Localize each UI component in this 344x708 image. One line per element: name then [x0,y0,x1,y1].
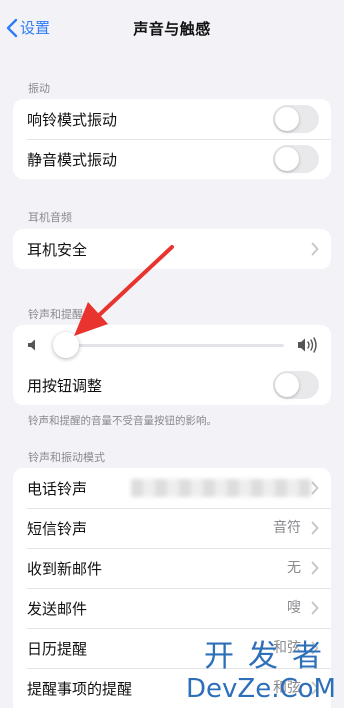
row-label: 耳机安全 [27,240,88,259]
watermark-line-1: 开发者 [204,639,336,674]
chevron-right-icon [311,601,319,615]
text-tone-row[interactable]: 短信铃声 音符 [13,508,331,548]
chevron-right-icon [311,521,319,535]
ringer-footnote: 铃声和提醒的音量不受音量按钮的影响。 [28,415,217,427]
sent-mail-row[interactable]: 发送邮件 嗖 [13,588,331,628]
ringtone-row[interactable]: 电话铃声 [13,468,331,508]
row-label: 提醒事项的提醒 [27,679,133,698]
slider-track [65,344,284,347]
navigation-bar: 设置 声音与触感 [0,0,344,58]
row-label: 日历提醒 [27,639,88,658]
section-header-ringer: 铃声和提醒 [28,308,83,321]
row-label: 静音模式振动 [27,150,118,169]
ringer-volume-slider[interactable] [13,325,331,365]
watermark: 开发者 DevZe.CoM [186,639,336,704]
chevron-right-icon [311,242,319,256]
ringer-group: 用按钮调整 [13,325,331,405]
chevron-right-icon [311,561,319,575]
new-mail-row[interactable]: 收到新邮件 无 [13,548,331,588]
row-label: 电话铃声 [27,479,88,498]
adjust-with-buttons-toggle[interactable] [273,371,319,399]
headphone-group: 耳机安全 [13,229,331,269]
headphone-safety-row[interactable]: 耳机安全 [13,229,331,269]
row-value: 无 [287,560,301,576]
vibration-group: 响铃模式振动 静音模式振动 [13,99,331,179]
page-title: 声音与触感 [133,20,211,38]
silent-mode-vibration-toggle[interactable] [273,145,319,173]
silent-mode-vibration-row: 静音模式振动 [13,139,331,179]
section-header-patterns: 铃声和振动模式 [28,451,105,464]
ring-mode-vibration-toggle[interactable] [273,105,319,133]
adjust-with-buttons-row: 用按钮调整 [13,365,331,405]
row-label: 短信铃声 [27,519,88,538]
row-value: 音符 [273,520,301,536]
volume-high-icon [298,337,317,353]
watermark-line-2: DevZe.CoM [186,674,336,704]
row-label: 响铃模式振动 [27,110,118,129]
ring-mode-vibration-row: 响铃模式振动 [13,99,331,139]
row-label: 用按钮调整 [27,376,103,395]
section-header-vibration: 振动 [28,82,50,95]
chevron-right-icon [311,481,319,495]
row-label: 发送邮件 [27,599,88,618]
section-header-headphone-audio: 耳机音频 [28,211,72,224]
blurred-ringtone-value [131,479,311,497]
row-label: 收到新邮件 [27,559,103,578]
slider-thumb[interactable] [53,332,79,358]
row-value: 嗖 [287,600,301,616]
volume-low-icon [28,339,35,351]
